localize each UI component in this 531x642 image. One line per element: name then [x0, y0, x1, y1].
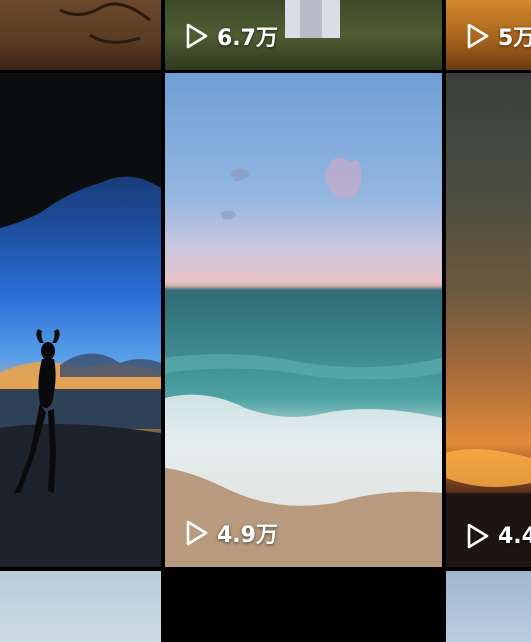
sunset-scene: [446, 449, 531, 567]
video-thumbnail[interactable]: 6.7万: [165, 0, 442, 70]
video-thumbnail[interactable]: [0, 571, 161, 642]
play-count-label: 6.7万: [217, 26, 278, 51]
thumbnail-image: [446, 571, 531, 642]
cave-silhouette: [0, 73, 161, 567]
play-outline-icon: [466, 23, 490, 49]
video-thumbnail[interactable]: [0, 73, 161, 567]
play-count: 5万: [466, 20, 531, 52]
sand-texture: [59, 2, 151, 44]
play-outline-icon: [466, 523, 490, 549]
video-thumbnail[interactable]: [165, 571, 442, 642]
play-outline-icon: [185, 23, 209, 49]
ocean-scene: [165, 157, 442, 567]
video-thumbnail[interactable]: 5万: [446, 0, 531, 70]
video-thumbnail[interactable]: [446, 571, 531, 642]
play-count-label: 4.9万: [217, 523, 278, 548]
video-grid: 6.7万 5万 4.9万 4.4: [0, 0, 531, 642]
play-count: 4.9万: [185, 517, 278, 549]
play-count: 6.7万: [185, 20, 278, 52]
play-count-label: 5万: [498, 26, 531, 51]
thumbnail-image: [0, 0, 161, 70]
play-count: 4.4: [466, 523, 531, 549]
video-thumbnail[interactable]: 4.4: [446, 73, 531, 567]
thumbnail-image: [165, 571, 442, 642]
video-thumbnail[interactable]: [0, 0, 161, 70]
play-count-label: 4.4: [498, 523, 531, 549]
play-outline-icon: [185, 520, 209, 546]
thumbnail-image: [0, 571, 161, 642]
video-thumbnail[interactable]: 4.9万: [165, 73, 442, 567]
